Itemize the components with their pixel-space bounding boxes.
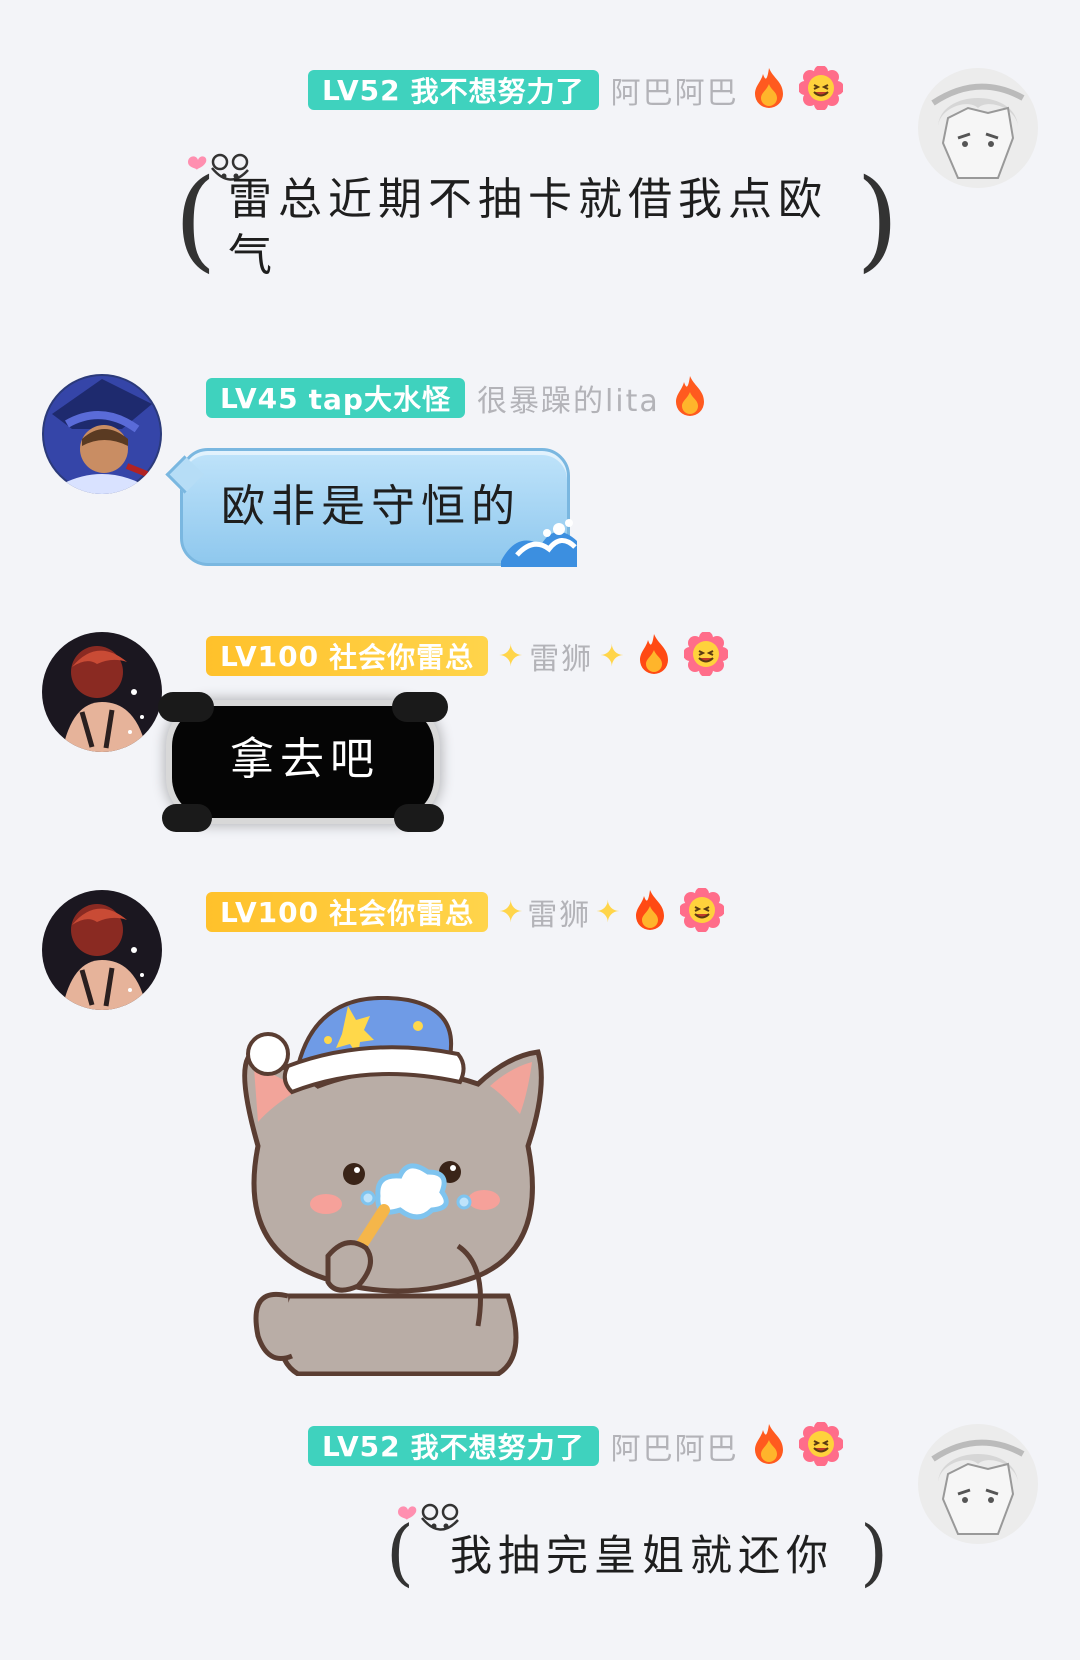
message-5-bubble[interactable]: ( ) 我抽完皇姐就还你 bbox=[386, 1500, 890, 1600]
message-3-bubble[interactable]: 拿去吧 bbox=[158, 692, 448, 832]
message-2-bubble[interactable]: 欧非是守恒的 bbox=[165, 448, 577, 567]
message-1-header: LV52 我不想努力了 阿巴阿巴 bbox=[308, 65, 844, 114]
message-5-header: LV52 我不想努力了 阿巴阿巴 bbox=[308, 1421, 844, 1470]
level-badge[interactable]: LV52 我不想努力了 bbox=[308, 70, 599, 110]
sparkle-icon: ✦ bbox=[498, 638, 524, 674]
user-title: tap大水怪 bbox=[308, 383, 451, 416]
fire-icon bbox=[634, 631, 674, 681]
sparkle-icon: ✦ bbox=[599, 638, 625, 674]
message-text: 拿去吧 bbox=[230, 734, 380, 785]
message-3-header: LV100 社会你雷总 ✦ 雷狮 ✦ bbox=[206, 631, 730, 681]
cloud-ornament bbox=[394, 804, 444, 832]
message-1-bubble[interactable]: ( ) 雷总近期不抽卡就借我点欧气 bbox=[174, 150, 899, 290]
level-badge[interactable]: LV45 tap大水怪 bbox=[206, 378, 465, 418]
level-badge[interactable]: LV100 社会你雷总 bbox=[206, 636, 489, 676]
username[interactable]: 阿巴阿巴 bbox=[611, 1424, 739, 1468]
fire-icon bbox=[749, 66, 789, 114]
avatar[interactable] bbox=[42, 632, 162, 752]
message-text: 雷总近期不抽卡就借我点欧气 bbox=[228, 174, 828, 281]
sparkle-icon: ✦ bbox=[498, 894, 524, 930]
smiley-flower-icon bbox=[797, 1421, 844, 1470]
avatar[interactable] bbox=[42, 890, 162, 1010]
level-number: LV45 bbox=[220, 381, 299, 415]
message-text: 我抽完皇姐就还你 bbox=[450, 1531, 835, 1580]
user-title: 社会你雷总 bbox=[329, 641, 475, 674]
smiley-flower-icon bbox=[679, 887, 726, 936]
level-badge[interactable]: LV100 社会你雷总 bbox=[206, 892, 489, 932]
user-title: 我不想努力了 bbox=[410, 1431, 585, 1464]
level-number: LV100 bbox=[220, 895, 320, 929]
message-4-header: LV100 社会你雷总 ✦ 雷狮 ✦ bbox=[206, 887, 726, 937]
avatar[interactable] bbox=[42, 374, 162, 494]
smiley-flower-icon bbox=[797, 65, 844, 114]
level-number: LV52 bbox=[322, 1429, 401, 1463]
level-number: LV52 bbox=[322, 73, 401, 107]
message-text: 欧非是守恒的 bbox=[221, 481, 521, 532]
avatar[interactable] bbox=[918, 1424, 1038, 1544]
fire-icon bbox=[670, 374, 710, 422]
username[interactable]: 雷狮 bbox=[527, 890, 591, 934]
sparkle-icon: ✦ bbox=[595, 894, 621, 930]
cat-brushing-teeth-sticker[interactable] bbox=[228, 995, 572, 1377]
cloud-ornament bbox=[158, 692, 214, 722]
fire-icon bbox=[749, 1422, 789, 1470]
username[interactable]: 阿巴阿巴 bbox=[611, 68, 739, 112]
level-badge[interactable]: LV52 我不想努力了 bbox=[308, 1426, 599, 1466]
fire-icon bbox=[630, 887, 670, 937]
username[interactable]: 雷狮 bbox=[529, 634, 593, 678]
user-title: 社会你雷总 bbox=[329, 897, 475, 930]
smiley-flower-icon bbox=[683, 631, 730, 680]
avatar[interactable] bbox=[918, 68, 1038, 188]
message-2-header: LV45 tap大水怪 很暴躁的lita bbox=[206, 376, 710, 420]
wave-icon bbox=[497, 511, 581, 571]
cloud-ornament bbox=[392, 692, 448, 722]
username[interactable]: 很暴躁的lita bbox=[477, 376, 660, 420]
cloud-ornament bbox=[162, 804, 212, 832]
level-number: LV100 bbox=[220, 639, 320, 673]
user-title: 我不想努力了 bbox=[410, 75, 585, 108]
